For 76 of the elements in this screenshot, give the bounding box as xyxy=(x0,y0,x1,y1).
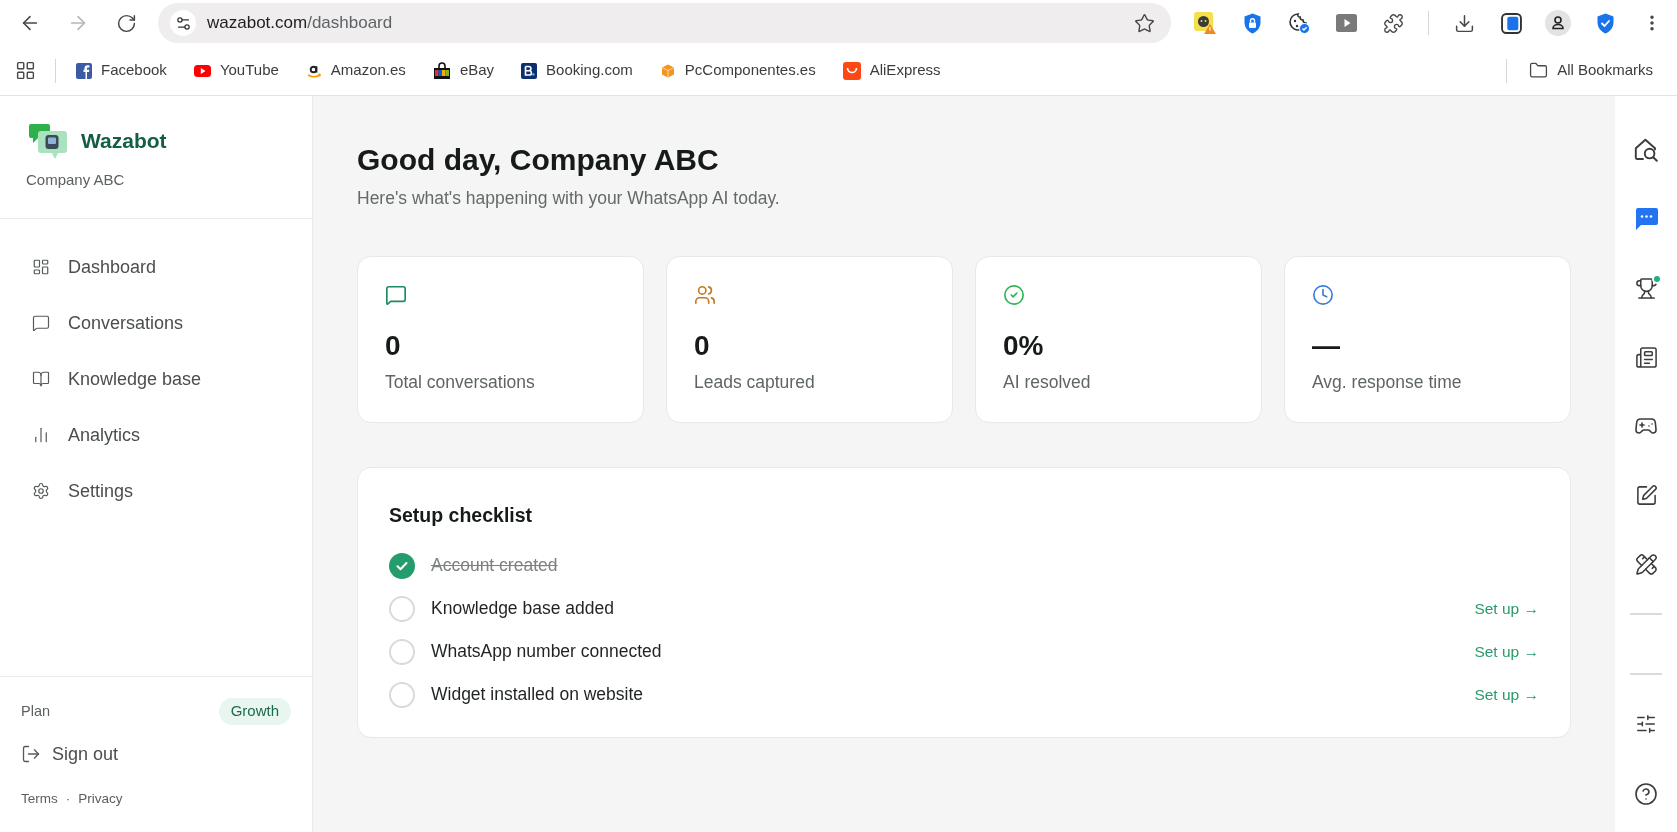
puzzle-icon[interactable] xyxy=(1382,12,1404,34)
sign-out-button[interactable]: Sign out xyxy=(21,740,119,768)
stat-value: 0 xyxy=(694,330,710,362)
company-name: Company ABC xyxy=(26,170,125,190)
checklist-title: Setup checklist xyxy=(389,503,533,528)
smile-tile-icon xyxy=(842,61,861,80)
b-square-icon xyxy=(521,62,538,79)
setup-link[interactable]: Set up → xyxy=(1474,639,1539,664)
setup-link[interactable]: Set up → xyxy=(1474,682,1539,707)
settings-icon xyxy=(32,482,50,500)
pencil-ruler-icon[interactable] xyxy=(1634,552,1658,576)
bar-chart-icon xyxy=(32,426,50,444)
plan-label: Plan xyxy=(21,701,51,721)
brand-name: Wazabot xyxy=(81,128,167,154)
chat-tile-icon[interactable] xyxy=(1633,207,1659,231)
plan-badge: Growth xyxy=(218,698,291,725)
nav-item[interactable]: Conversations xyxy=(12,295,300,351)
book-icon xyxy=(32,370,50,388)
all-bookmarks-button[interactable]: All Bookmarks xyxy=(1521,54,1661,87)
shield-check-icon[interactable] xyxy=(1595,12,1615,34)
sidebar-icon[interactable] xyxy=(1500,12,1522,34)
stat-label: Leads captured xyxy=(694,371,815,394)
url-text: wazabot.com/dashboard xyxy=(207,12,393,35)
site-settings-icon[interactable] xyxy=(174,14,192,32)
reload-icon[interactable] xyxy=(115,12,137,34)
checklist-item-text: Account created xyxy=(431,554,558,578)
f-square-icon xyxy=(76,62,92,79)
star-icon[interactable] xyxy=(1134,12,1155,34)
page-subtitle: Here's what's happening with your WhatsApp AI today. xyxy=(357,187,780,210)
setup-link[interactable]: Set up → xyxy=(1474,596,1539,621)
stat-label: Total conversations xyxy=(385,371,535,394)
sliders-icon[interactable] xyxy=(1635,713,1657,735)
newspaper-icon[interactable] xyxy=(1634,345,1658,369)
stat-value: 0% xyxy=(1003,330,1044,362)
checklist-item-text: WhatsApp number connected xyxy=(431,640,662,664)
bookmark-item[interactable]: Facebook xyxy=(68,54,175,87)
note-pen-icon[interactable] xyxy=(1634,483,1658,507)
warning-face-icon[interactable] xyxy=(1194,12,1216,34)
stat-label: Avg. response time xyxy=(1312,371,1462,394)
cookie-check-icon[interactable] xyxy=(1288,12,1310,34)
apps-grid-icon[interactable] xyxy=(15,60,36,81)
shopping-bag-icon xyxy=(432,61,451,80)
stat-value: — xyxy=(1312,330,1340,362)
profile-avatar-icon[interactable] xyxy=(1545,10,1571,36)
footer-link[interactable]: Terms xyxy=(21,788,58,810)
play-button-icon xyxy=(193,64,211,77)
link-separator: · xyxy=(65,789,71,808)
help-icon[interactable] xyxy=(1634,782,1658,806)
bookmark-item[interactable]: eBay xyxy=(424,54,503,87)
play-tile-icon[interactable] xyxy=(1335,14,1357,32)
chat-bubble-icon xyxy=(32,314,50,332)
bookmark-item[interactable]: Booking.com xyxy=(513,54,641,87)
bookmark-item[interactable]: Amazon.es xyxy=(297,54,414,87)
stat-label: AI resolved xyxy=(1003,371,1091,394)
trophy-icon[interactable] xyxy=(1634,276,1658,300)
bookmark-item[interactable]: YouTube xyxy=(185,54,287,87)
folder-icon xyxy=(1529,61,1549,80)
shield-lock-icon[interactable] xyxy=(1242,12,1262,34)
box-icon xyxy=(659,62,676,79)
sign-out-icon xyxy=(21,744,41,764)
page-title: Good day, Company ABC xyxy=(357,142,719,178)
nav-item[interactable]: Knowledge base xyxy=(12,351,300,407)
footer-link[interactable]: Privacy xyxy=(78,788,123,810)
bookmark-item[interactable]: AliExpress xyxy=(834,54,949,87)
checklist-item-text: Knowledge base added xyxy=(431,597,614,621)
nav-item[interactable]: Analytics xyxy=(12,407,300,463)
nav-item[interactable]: Dashboard xyxy=(12,239,300,295)
nav-item[interactable]: Settings xyxy=(12,463,300,519)
checklist-item-text: Widget installed on website xyxy=(431,683,644,707)
home-search-icon[interactable] xyxy=(1634,138,1658,162)
bookmark-item[interactable]: PcComponentes.es xyxy=(651,54,824,87)
stat-value: 0 xyxy=(385,330,401,362)
grid-icon xyxy=(32,258,50,276)
download-icon[interactable] xyxy=(1453,12,1475,34)
logo-icon xyxy=(29,123,67,159)
address-field[interactable]: wazabot.com/dashboard xyxy=(158,3,1171,43)
